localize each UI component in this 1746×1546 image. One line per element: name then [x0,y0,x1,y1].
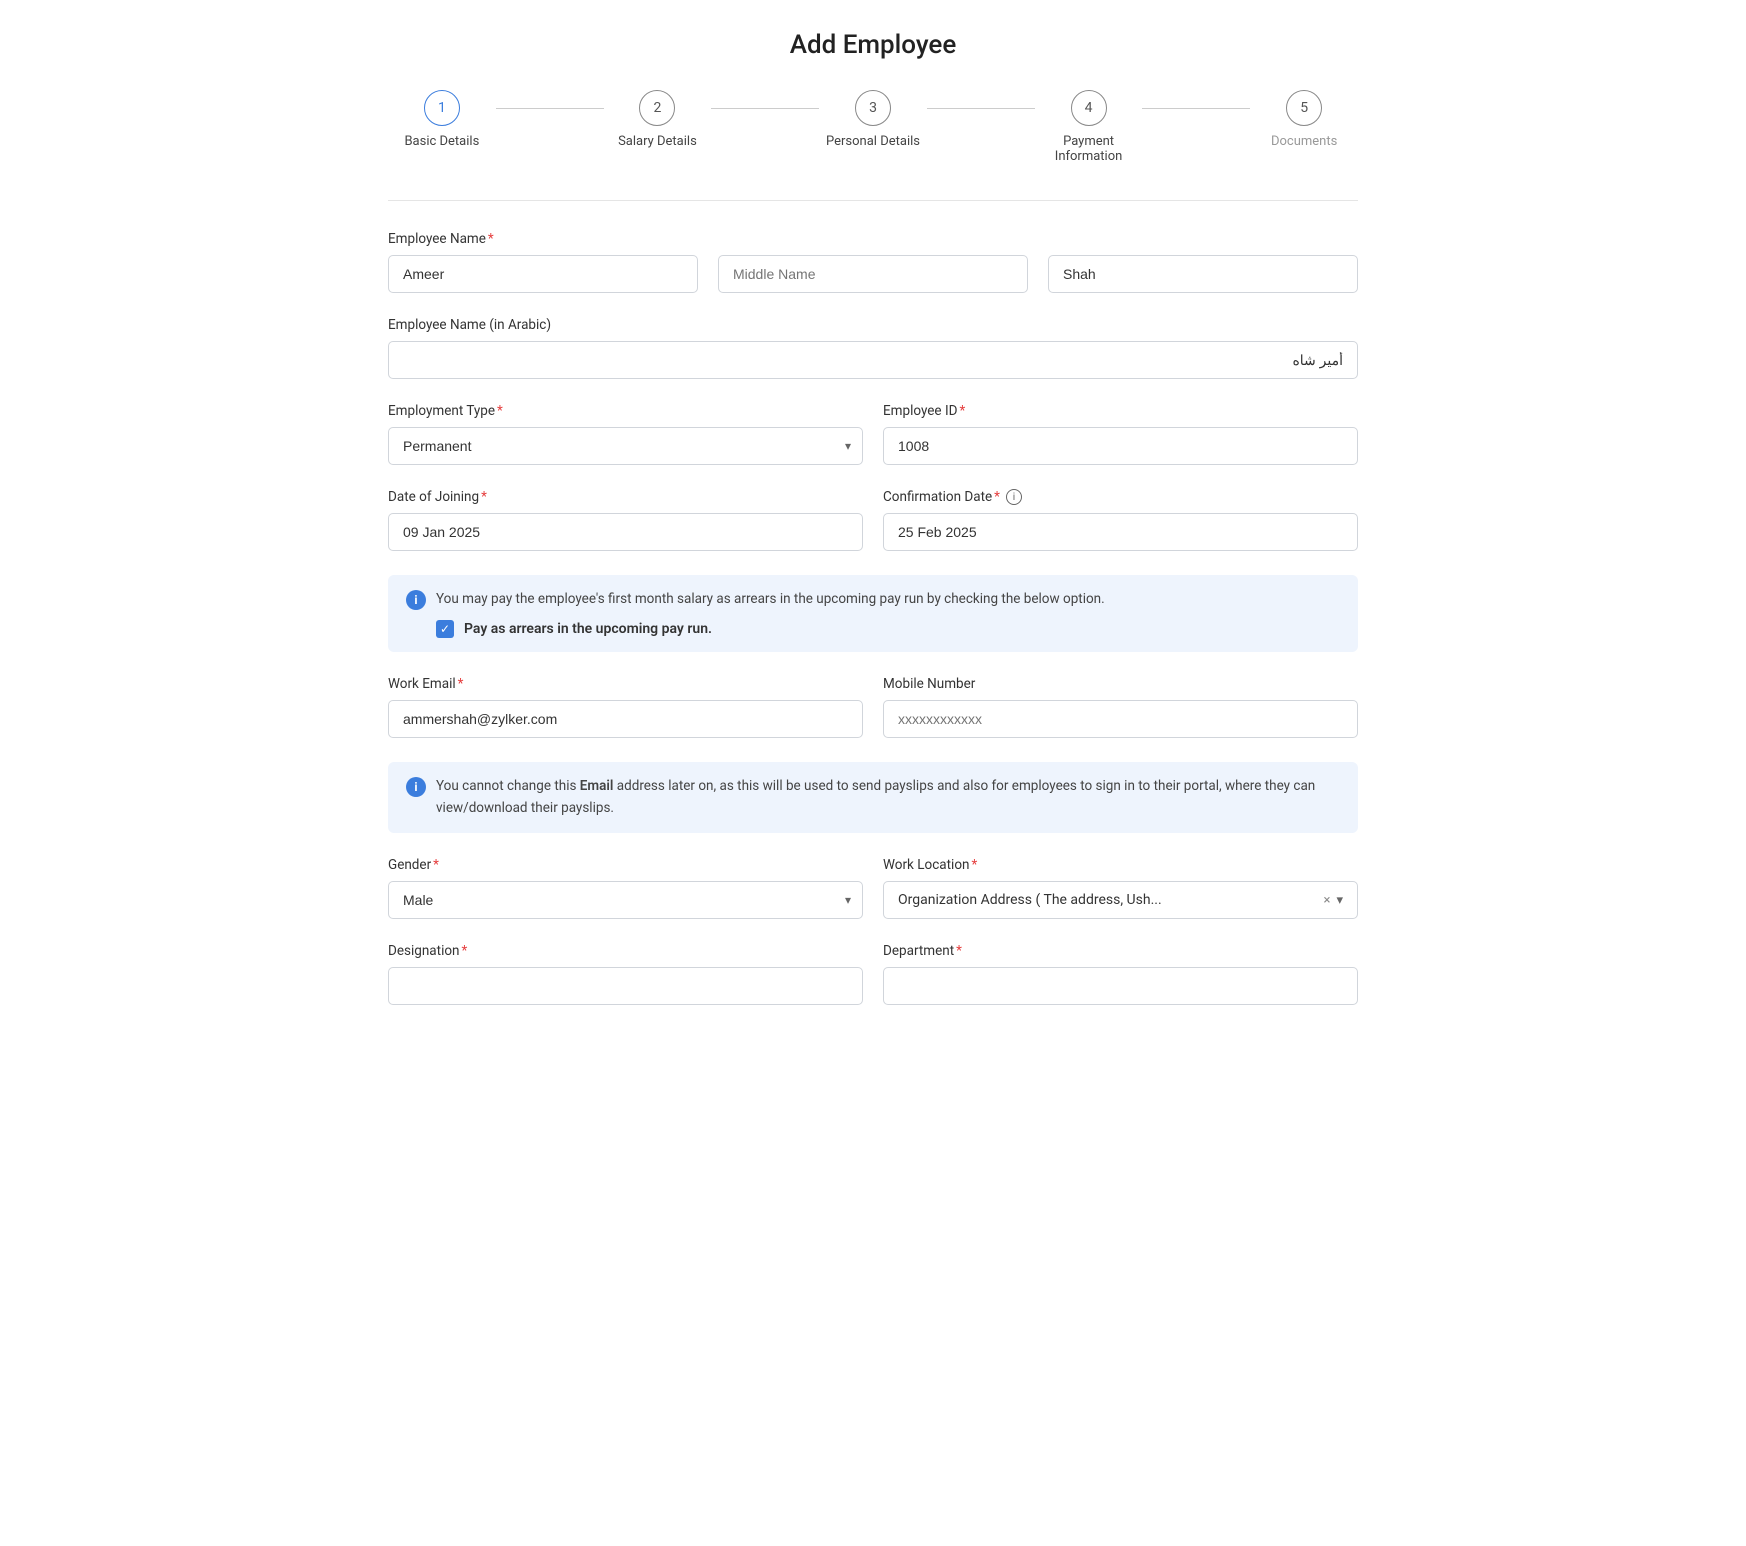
form-section: Employee Name* Employee Name (in Arabic)… [388,231,1358,1029]
section-divider [388,200,1358,201]
work-location-select-wrapper[interactable]: Organization Address ( The address, Ush.… [883,881,1358,919]
mobile-number-group: Mobile Number [883,676,1358,738]
employment-id-row: Employment Type* Permanent ▾ Employee ID… [388,403,1358,489]
step-2[interactable]: 2 Salary Details [604,90,712,149]
step-label-2: Salary Details [618,134,697,149]
step-label-5: Documents [1271,134,1337,149]
step-5[interactable]: 5 Documents [1250,90,1358,149]
confirmation-date-input[interactable] [883,513,1358,551]
step-connector-3 [927,108,1035,109]
email-info-circle-icon: i [406,777,426,797]
step-circle-4: 4 [1071,90,1107,126]
mobile-number-label: Mobile Number [883,676,1358,692]
confirmation-date-info-icon[interactable]: i [1006,489,1022,505]
designation-input[interactable] [388,967,863,1005]
designation-department-row: Designation* Department* [388,943,1358,1029]
department-group: Department* [883,943,1358,1005]
employment-type-select[interactable]: Permanent [388,427,863,465]
gender-select-wrapper: Male Female Other ▾ [388,881,863,919]
email-info-box: i You cannot change this Email address l… [388,762,1358,833]
designation-label: Designation* [388,943,863,959]
employee-name-group: Employee Name* [388,231,1358,293]
step-circle-2: 2 [639,90,675,126]
gender-group: Gender* Male Female Other ▾ [388,857,863,919]
work-location-group: Work Location* Organization Address ( Th… [883,857,1358,919]
work-email-group: Work Email* [388,676,863,738]
arabic-name-input[interactable] [388,341,1358,379]
arrears-checkbox-row: ✓ Pay as arrears in the upcoming pay run… [406,620,1340,638]
page-title: Add Employee [388,30,1358,60]
stepper: 1 Basic Details 2 Salary Details 3 Perso… [388,90,1358,164]
date-of-joining-input[interactable] [388,513,863,551]
work-location-value: Organization Address ( The address, Ush.… [898,892,1324,908]
employee-name-row [388,255,1358,293]
employee-id-group: Employee ID* [883,403,1358,465]
step-label-4: Payment Information [1035,134,1143,164]
required-star: * [488,231,494,247]
arrears-info-box: i You may pay the employee's first month… [388,575,1358,652]
step-connector-4 [1142,108,1250,109]
work-location-icons: × ▾ [1324,893,1343,908]
last-name-input[interactable] [1048,255,1358,293]
mobile-number-input[interactable] [883,700,1358,738]
arrears-info-circle-icon: i [406,590,426,610]
work-location-clear-icon[interactable]: × [1324,893,1331,908]
gender-label: Gender* [388,857,863,873]
step-connector-2 [711,108,819,109]
employee-name-label: Employee Name* [388,231,1358,247]
arrears-info-row: i You may pay the employee's first month… [406,589,1340,610]
employment-type-group: Employment Type* Permanent ▾ [388,403,863,465]
work-location-chevron-icon: ▾ [1336,893,1343,908]
employee-id-input[interactable] [883,427,1358,465]
confirmation-date-label: Confirmation Date* i [883,489,1358,505]
step-label-1: Basic Details [404,134,479,149]
dates-row: Date of Joining* Confirmation Date* i [388,489,1358,575]
date-of-joining-label: Date of Joining* [388,489,863,505]
department-input[interactable] [883,967,1358,1005]
arrears-checkbox-label: Pay as arrears in the upcoming pay run. [464,621,712,637]
step-4[interactable]: 4 Payment Information [1035,90,1143,164]
arrears-info-text: You may pay the employee's first month s… [436,589,1105,609]
middle-name-input[interactable] [718,255,1028,293]
arrears-checkbox[interactable]: ✓ [436,620,454,638]
arabic-name-label: Employee Name (in Arabic) [388,317,1358,333]
step-circle-5: 5 [1286,90,1322,126]
step-circle-1: 1 [424,90,460,126]
employment-type-label: Employment Type* [388,403,863,419]
email-info-text: You cannot change this Email address lat… [436,776,1340,819]
department-label: Department* [883,943,1358,959]
work-email-label: Work Email* [388,676,863,692]
employee-id-label: Employee ID* [883,403,1358,419]
confirmation-date-group: Confirmation Date* i [883,489,1358,551]
step-connector-1 [496,108,604,109]
step-circle-3: 3 [855,90,891,126]
employment-type-select-wrapper: Permanent ▾ [388,427,863,465]
email-mobile-row: Work Email* Mobile Number [388,676,1358,762]
gender-select[interactable]: Male Female Other [388,881,863,919]
arabic-name-group: Employee Name (in Arabic) [388,317,1358,379]
step-label-3: Personal Details [826,134,920,149]
designation-group: Designation* [388,943,863,1005]
work-email-input[interactable] [388,700,863,738]
step-1[interactable]: 1 Basic Details [388,90,496,149]
work-location-label: Work Location* [883,857,1358,873]
step-3[interactable]: 3 Personal Details [819,90,927,149]
gender-location-row: Gender* Male Female Other ▾ Work Locatio… [388,857,1358,943]
date-of-joining-group: Date of Joining* [388,489,863,551]
first-name-input[interactable] [388,255,698,293]
